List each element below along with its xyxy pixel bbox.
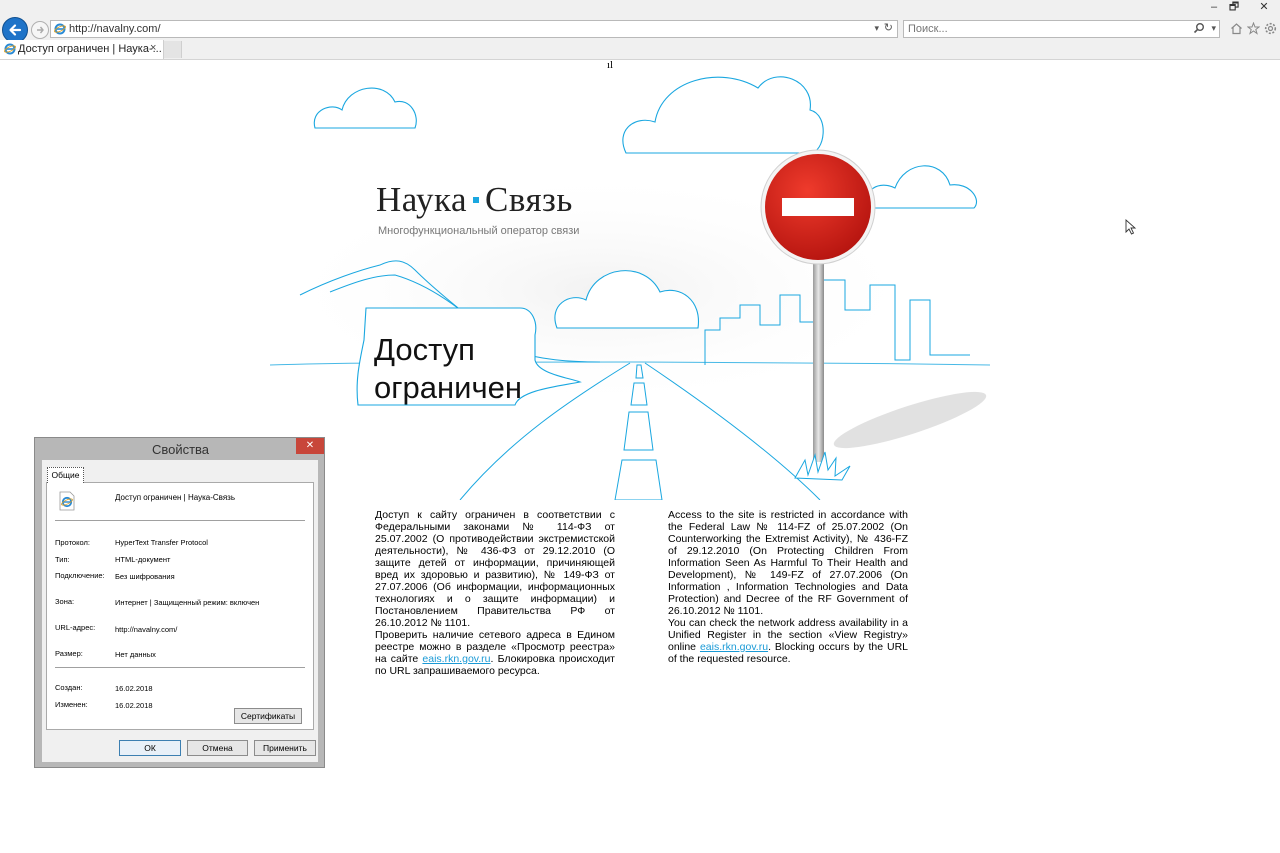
logo-dot	[473, 196, 480, 203]
browser-toolbar: ▾ ↻ ▾ – 🗗 ✕	[0, 0, 1280, 43]
modified-value: 16.02.2018	[115, 701, 153, 710]
connection-value: Без шифрования	[115, 572, 175, 581]
dialog-panel: Доступ ограничен | Наука-Связь Протокол:…	[46, 482, 314, 730]
refresh-icon[interactable]: ↻	[884, 21, 893, 34]
cloud	[867, 165, 977, 209]
tab-active[interactable]: Доступ ограничен | Наука-... ×	[0, 40, 164, 59]
certificates-button[interactable]: Сертификаты	[234, 708, 302, 724]
registry-link-ru[interactable]: eais.rkn.gov.ru	[422, 653, 490, 665]
ie-icon	[54, 23, 66, 35]
forward-icon	[37, 26, 44, 34]
ok-button[interactable]: ОК	[119, 740, 181, 756]
zone-label: Зона:	[55, 597, 75, 606]
type-label: Тип:	[55, 555, 70, 564]
url-label: URL-адрес:	[55, 623, 96, 632]
logo-word-2: Связь	[485, 180, 573, 219]
search-dropdown-icon[interactable]: ▾	[1211, 23, 1216, 34]
minimize-button[interactable]: –	[1204, 0, 1224, 14]
address-bar[interactable]: ▾ ↻	[50, 20, 898, 38]
tab-general[interactable]: Общие	[47, 467, 84, 483]
dialog-page-name: Доступ ограничен | Наука-Связь	[115, 493, 236, 502]
notice-en-paragraph-2: You can check the network address availa…	[668, 617, 908, 665]
size-value: Нет данных	[115, 650, 156, 659]
search-icon[interactable]	[1193, 22, 1205, 34]
divider	[55, 667, 305, 668]
logo: Наука Связь	[376, 180, 573, 220]
home-icon[interactable]	[1230, 22, 1243, 35]
page-file-icon	[59, 491, 75, 511]
dialog-body: Общие Доступ ограничен | Наука-Связь Про…	[42, 460, 318, 762]
connection-label: Подключение:	[55, 571, 105, 580]
blocked-page-illustration	[270, 76, 991, 500]
tab-bar: Доступ ограничен | Наука-... ×	[0, 40, 1280, 60]
close-window-button[interactable]: ✕	[1254, 0, 1274, 14]
logo-subtitle: Многофункциональный оператор связи	[378, 225, 580, 237]
type-value: HTML-документ	[115, 555, 171, 564]
dialog-title: Свойства	[151, 442, 210, 457]
heading-line-2: ограничен	[374, 370, 522, 405]
logo-word-1: Наука	[376, 180, 468, 219]
url-value: http://navalny.com/	[115, 625, 178, 634]
ie-icon	[4, 43, 16, 55]
created-label: Создан:	[55, 683, 83, 692]
notice-en-paragraph-1: Access to the site is restricted in acco…	[668, 509, 908, 617]
tab-title: Доступ ограничен | Наука-...	[18, 43, 162, 55]
protocol-value: HyperText Transfer Protocol	[115, 538, 208, 547]
stray-text: ıl	[607, 59, 614, 71]
registry-link-en[interactable]: eais.rkn.gov.ru	[700, 641, 768, 653]
search-input[interactable]	[908, 21, 1178, 37]
restore-button[interactable]: 🗗	[1224, 0, 1244, 14]
back-icon	[9, 24, 22, 36]
zone-value: Интернет | Защищенный режим: включен	[115, 598, 260, 607]
notice-ru-paragraph-1: Доступ к сайту ограничен в соответствии …	[375, 509, 615, 629]
size-label: Размер:	[55, 649, 83, 658]
address-input[interactable]	[69, 21, 849, 37]
heading-line-1: Доступ	[374, 332, 475, 367]
protocol-label: Протокол:	[55, 538, 90, 547]
cancel-button[interactable]: Отмена	[187, 740, 248, 756]
address-dropdown-icon[interactable]: ▾	[874, 23, 879, 34]
cloud	[622, 76, 824, 154]
close-tab-icon[interactable]: ×	[150, 42, 156, 54]
properties-dialog: Свойства ✕ Общие Доступ ограничен | Наук…	[34, 437, 325, 768]
created-value: 16.02.2018	[115, 684, 153, 693]
gear-icon[interactable]	[1264, 22, 1277, 35]
apply-button[interactable]: Применить	[254, 740, 316, 756]
cloud	[313, 87, 417, 129]
divider	[55, 520, 305, 521]
sign-pole	[813, 250, 824, 462]
notice-english: Access to the site is restricted in acco…	[668, 509, 908, 665]
page-heading: Доступ ограничен	[374, 331, 614, 407]
new-tab-button[interactable]	[164, 41, 182, 58]
star-icon[interactable]	[1247, 22, 1260, 35]
dialog-close-button[interactable]: ✕	[296, 438, 324, 454]
notice-ru-paragraph-2: Проверить наличие сетевого адреса в Един…	[375, 629, 615, 677]
search-box[interactable]: ▾	[903, 20, 1220, 38]
notice-russian: Доступ к сайту ограничен в соответствии …	[375, 509, 615, 677]
forward-button[interactable]	[31, 21, 49, 39]
modified-label: Изменен:	[55, 700, 88, 709]
mouse-cursor-icon	[1125, 219, 1137, 235]
